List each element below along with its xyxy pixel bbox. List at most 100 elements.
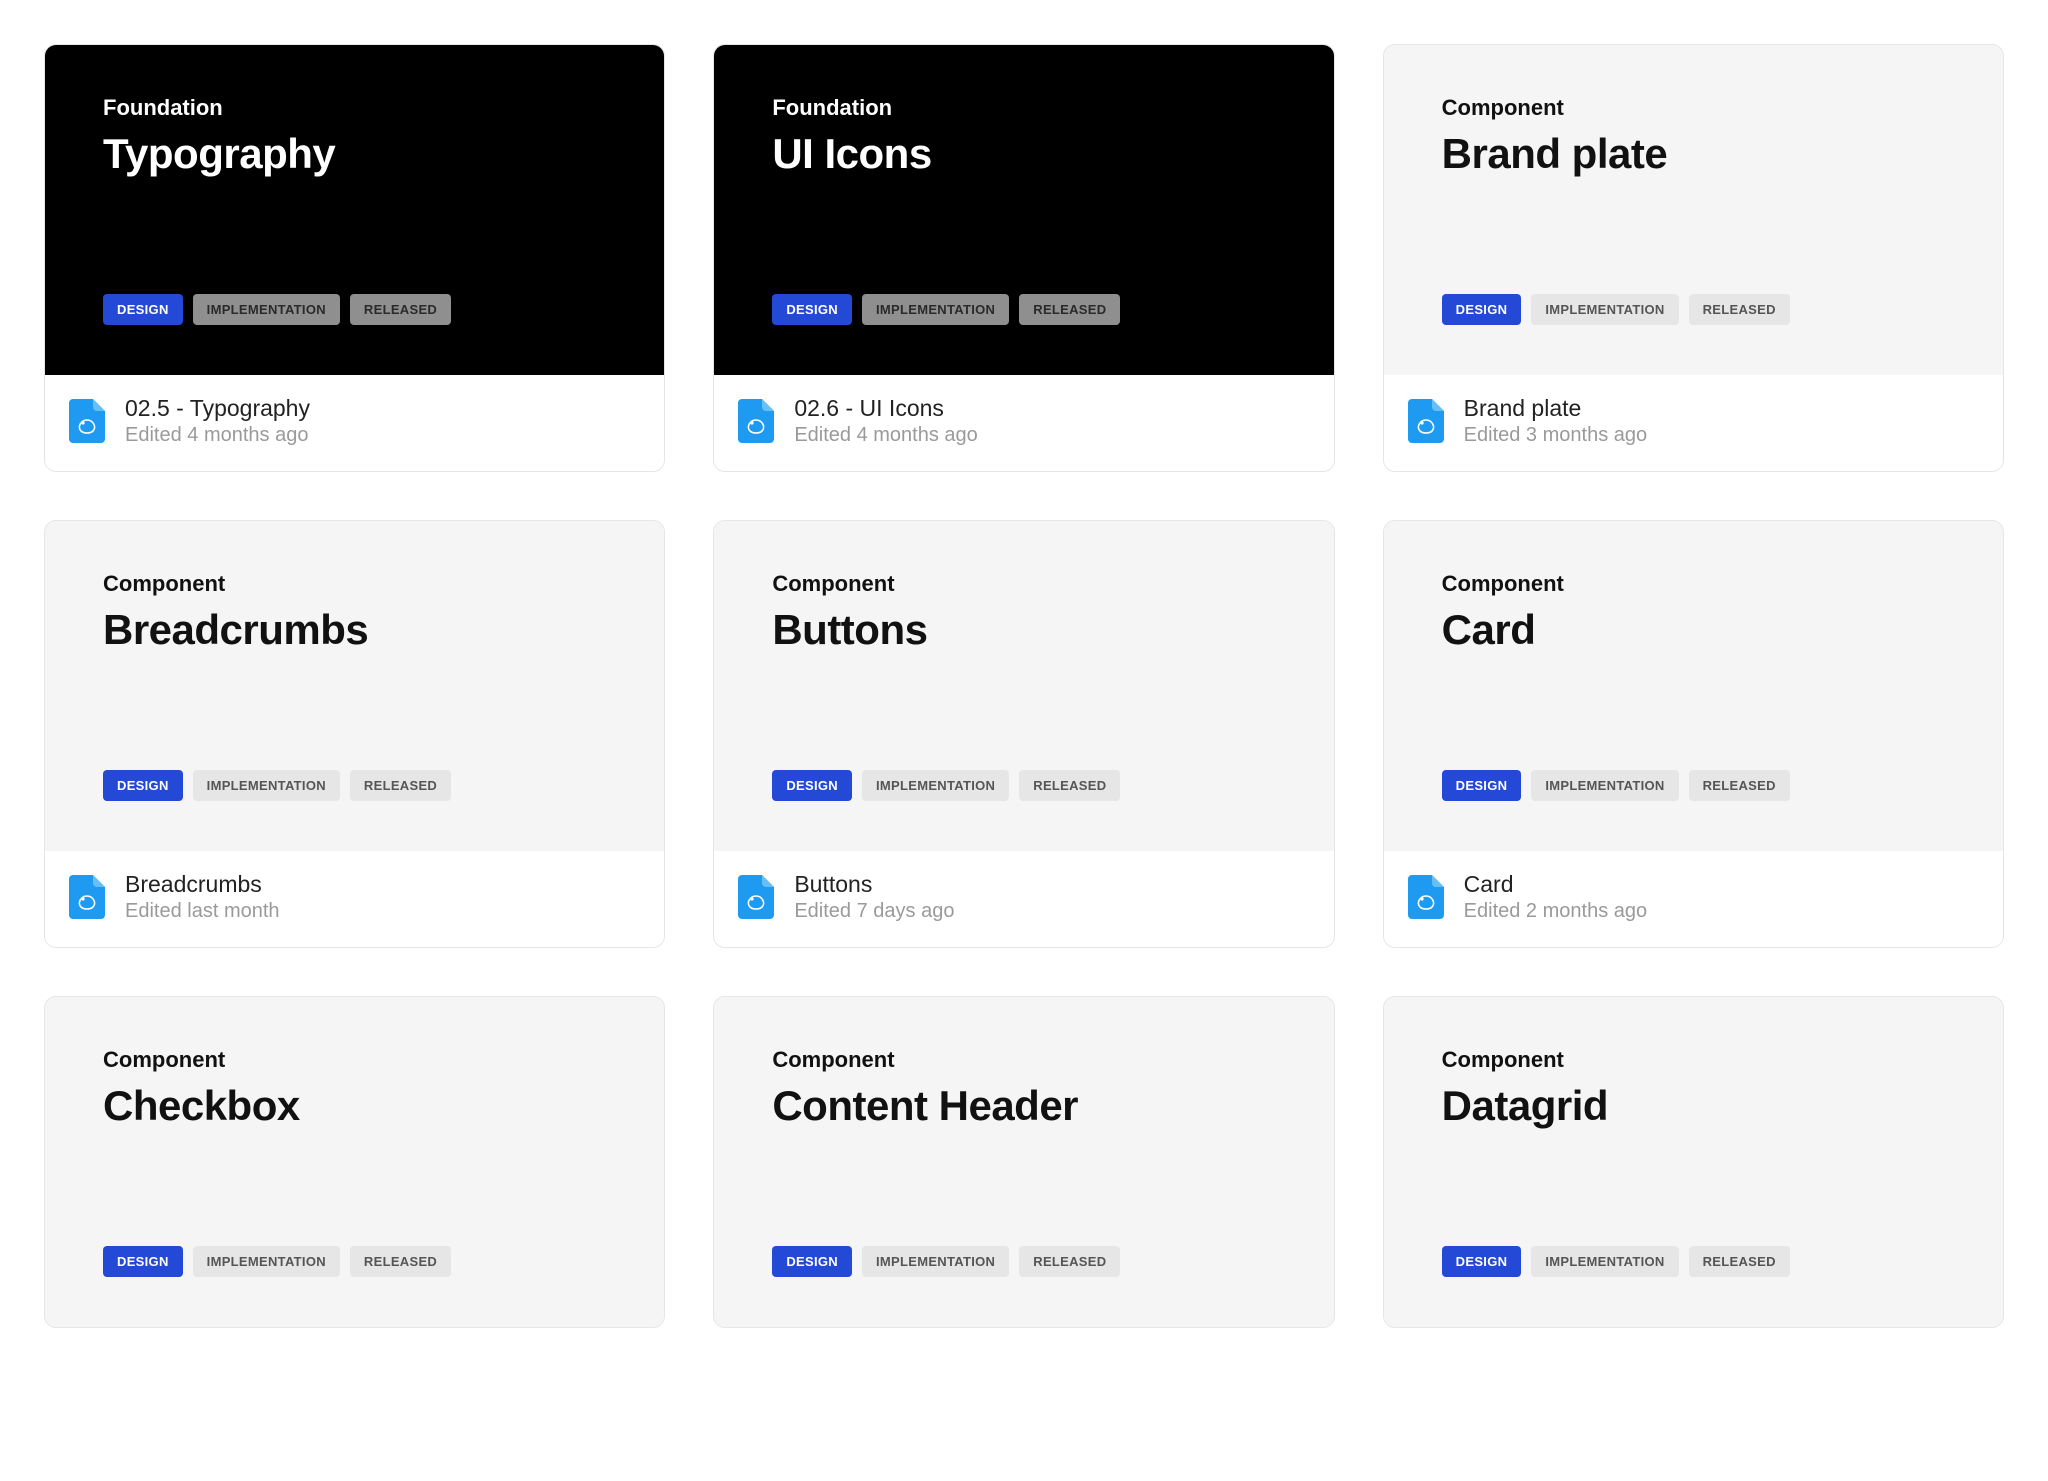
- badge-implementation: IMPLEMENTATION: [193, 770, 340, 801]
- card-category: Component: [1442, 1047, 1945, 1073]
- badge-implementation: IMPLEMENTATION: [862, 770, 1009, 801]
- card-thumbnail[interactable]: Foundation UI Icons DESIGN IMPLEMENTATION RE…: [714, 45, 1333, 375]
- badge-design: DESIGN: [103, 294, 183, 325]
- card-thumbnail[interactable]: Component Breadcrumbs DESIGN IMPLEMENTATION…: [45, 521, 664, 851]
- card-meta-text: CardEdited 2 months ago: [1464, 871, 1647, 923]
- badge-released: RELEASED: [1689, 770, 1790, 801]
- badge-design: DESIGN: [103, 1246, 183, 1277]
- card-category: Foundation: [103, 95, 606, 121]
- card-meta: BreadcrumbsEdited last month: [45, 851, 664, 947]
- card-category: Component: [103, 571, 606, 597]
- badge-released: RELEASED: [1019, 1246, 1120, 1277]
- file-card[interactable]: Component Checkbox DESIGN IMPLEMENTATION REL…: [44, 996, 665, 1328]
- card-title: UI Icons: [772, 131, 1275, 177]
- file-name: 02.6 - UI Icons: [794, 395, 977, 422]
- badge-released: RELEASED: [1689, 294, 1790, 325]
- card-meta: 02.5 - TypographyEdited 4 months ago: [45, 375, 664, 471]
- card-meta-text: BreadcrumbsEdited last month: [125, 871, 280, 923]
- badge-released: RELEASED: [350, 1246, 451, 1277]
- card-title: Buttons: [772, 607, 1275, 653]
- file-name: Card: [1464, 871, 1647, 898]
- card-thumbnail[interactable]: Component Card DESIGN IMPLEMENTATION RELEASE…: [1384, 521, 2003, 851]
- file-card[interactable]: Component Breadcrumbs DESIGN IMPLEMENTATION…: [44, 520, 665, 948]
- file-name: Breadcrumbs: [125, 871, 280, 898]
- badge-design: DESIGN: [772, 770, 852, 801]
- file-card[interactable]: Component Datagrid DESIGN IMPLEMENTATION REL…: [1383, 996, 2004, 1328]
- card-badges: DESIGN IMPLEMENTATION RELEASED: [772, 710, 1275, 801]
- file-icon: [1408, 399, 1444, 443]
- file-grid: Foundation Typography DESIGN IMPLEMENTATION…: [44, 44, 2004, 1328]
- badge-implementation: IMPLEMENTATION: [1531, 1246, 1678, 1277]
- card-meta: 02.6 - UI IconsEdited 4 months ago: [714, 375, 1333, 471]
- card-meta-text: 02.5 - TypographyEdited 4 months ago: [125, 395, 310, 447]
- card-title: Content Header: [772, 1083, 1275, 1129]
- card-title: Datagrid: [1442, 1083, 1945, 1129]
- file-edited: Edited last month: [125, 900, 280, 923]
- badge-design: DESIGN: [772, 1246, 852, 1277]
- badge-design: DESIGN: [1442, 770, 1522, 801]
- badge-design: DESIGN: [772, 294, 852, 325]
- badge-design: DESIGN: [1442, 1246, 1522, 1277]
- badge-released: RELEASED: [1019, 294, 1120, 325]
- file-name: 02.5 - Typography: [125, 395, 310, 422]
- card-meta-text: ButtonsEdited 7 days ago: [794, 871, 954, 923]
- card-category: Component: [772, 1047, 1275, 1073]
- badge-implementation: IMPLEMENTATION: [862, 294, 1009, 325]
- badge-released: RELEASED: [350, 770, 451, 801]
- file-edited: Edited 4 months ago: [125, 424, 310, 447]
- card-badges: DESIGN IMPLEMENTATION RELEASED: [103, 1186, 606, 1277]
- file-icon: [69, 399, 105, 443]
- file-card[interactable]: Component Card DESIGN IMPLEMENTATION RELEASE…: [1383, 520, 2004, 948]
- card-thumbnail[interactable]: Component Content Header DESIGN IMPLEMENTAT…: [714, 997, 1333, 1327]
- card-title: Breadcrumbs: [103, 607, 606, 653]
- card-meta: ButtonsEdited 7 days ago: [714, 851, 1333, 947]
- badge-implementation: IMPLEMENTATION: [1531, 770, 1678, 801]
- file-edited: Edited 3 months ago: [1464, 424, 1647, 447]
- card-title: Checkbox: [103, 1083, 606, 1129]
- card-thumbnail[interactable]: Component Checkbox DESIGN IMPLEMENTATION REL…: [45, 997, 664, 1327]
- card-category: Component: [103, 1047, 606, 1073]
- card-badges: DESIGN IMPLEMENTATION RELEASED: [1442, 1186, 1945, 1277]
- card-meta: Brand plateEdited 3 months ago: [1384, 375, 2003, 471]
- card-thumbnail[interactable]: ComponentBrand plateDESIGNIMPLEMENTATION…: [1384, 45, 2003, 375]
- card-badges: DESIGN IMPLEMENTATION RELEASED: [103, 710, 606, 801]
- file-icon: [738, 875, 774, 919]
- badge-implementation: IMPLEMENTATION: [1531, 294, 1678, 325]
- file-name: Buttons: [794, 871, 954, 898]
- card-badges: DESIGN IMPLEMENTATION RELEASED: [772, 1186, 1275, 1277]
- file-icon: [69, 875, 105, 919]
- card-title: Typography: [103, 131, 606, 177]
- card-thumbnail[interactable]: Foundation Typography DESIGN IMPLEMENTATION…: [45, 45, 664, 375]
- badge-released: RELEASED: [1689, 1246, 1790, 1277]
- card-thumbnail[interactable]: Component Datagrid DESIGN IMPLEMENTATION REL…: [1384, 997, 2003, 1327]
- file-icon: [738, 399, 774, 443]
- card-badges: DESIGN IMPLEMENTATION RELEASED: [1442, 710, 1945, 801]
- card-category: Component: [772, 571, 1275, 597]
- card-badges: DESIGN IMPLEMENTATION RELEASED: [103, 234, 606, 325]
- card-title: Brand plate: [1442, 131, 1945, 177]
- file-card[interactable]: Foundation UI Icons DESIGN IMPLEMENTATION RE…: [713, 44, 1334, 472]
- file-edited: Edited 4 months ago: [794, 424, 977, 447]
- file-card[interactable]: Foundation Typography DESIGN IMPLEMENTATION…: [44, 44, 665, 472]
- badge-released: RELEASED: [1019, 770, 1120, 801]
- badge-design: DESIGN: [103, 770, 183, 801]
- card-category: Component: [1442, 571, 1945, 597]
- badge-implementation: IMPLEMENTATION: [193, 294, 340, 325]
- file-card[interactable]: Component Content Header DESIGN IMPLEMENTAT…: [713, 996, 1334, 1328]
- file-edited: Edited 7 days ago: [794, 900, 954, 923]
- card-thumbnail[interactable]: Component Buttons DESIGN IMPLEMENTATION RELE…: [714, 521, 1333, 851]
- card-meta-text: Brand plateEdited 3 months ago: [1464, 395, 1647, 447]
- badge-implementation: IMPLEMENTATION: [193, 1246, 340, 1277]
- card-title: Card: [1442, 607, 1945, 653]
- badge-implementation: IMPLEMENTATION: [862, 1246, 1009, 1277]
- card-badges: DESIGN IMPLEMENTATION RELEASED: [772, 234, 1275, 325]
- badge-released: RELEASED: [350, 294, 451, 325]
- file-card[interactable]: Component Buttons DESIGN IMPLEMENTATION RELE…: [713, 520, 1334, 948]
- card-category: Foundation: [772, 95, 1275, 121]
- file-name: Brand plate: [1464, 395, 1647, 422]
- file-edited: Edited 2 months ago: [1464, 900, 1647, 923]
- card-meta: CardEdited 2 months ago: [1384, 851, 2003, 947]
- badge-design: DESIGN: [1442, 294, 1522, 325]
- file-card[interactable]: ComponentBrand plateDESIGNIMPLEMENTATION…: [1383, 44, 2004, 472]
- card-badges: DESIGN IMPLEMENTATION RELEASED: [1442, 234, 1945, 325]
